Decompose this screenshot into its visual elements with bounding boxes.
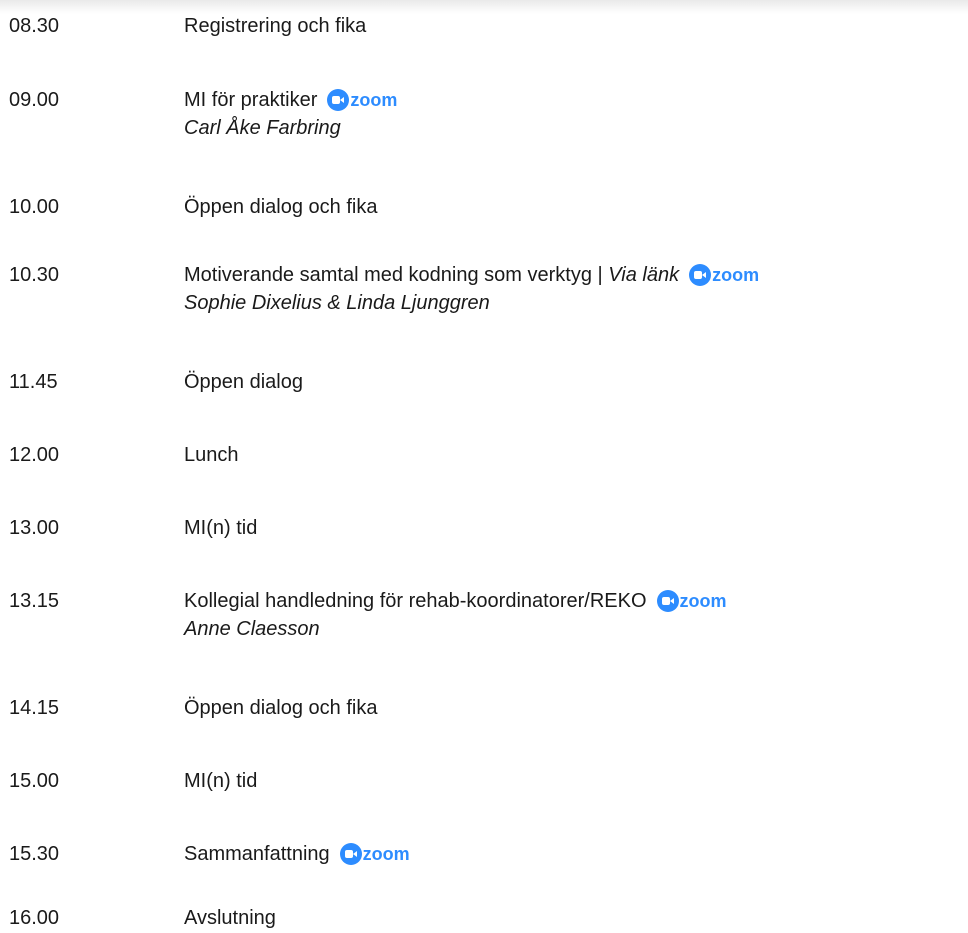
- schedule-title: Motiverande samtal med kodning som verkt…: [184, 263, 759, 287]
- schedule-title: MI(n) tid: [184, 769, 257, 793]
- schedule-time: 08.30: [9, 15, 60, 37]
- schedule-title: Sammanfattning zoom: [184, 842, 410, 866]
- zoom-link[interactable]: zoom: [339, 842, 410, 866]
- schedule-time: 15.00: [9, 770, 60, 792]
- schedule-title-text: Registrering och fika: [184, 15, 367, 37]
- schedule-title: Avslutning: [184, 906, 276, 930]
- schedule-time: 13.15: [9, 590, 60, 612]
- schedule-time: 09.00: [9, 89, 60, 111]
- zoom-logo-text: zoom: [712, 265, 760, 285]
- zoom-camera-icon: [327, 89, 350, 111]
- schedule-speaker: Anne Claesson: [184, 618, 320, 640]
- schedule-list: 08.30 Registrering och fika 09.00 MI för…: [0, 0, 968, 933]
- zoom-link[interactable]: zoom: [689, 263, 759, 287]
- schedule-title-text: MI för praktiker: [184, 89, 318, 111]
- zoom-link[interactable]: zoom: [656, 589, 727, 613]
- schedule-title: MI(n) tid: [184, 516, 257, 540]
- schedule-time: 16.00: [9, 907, 60, 929]
- schedule-time: 13.00: [9, 517, 60, 539]
- schedule-time: 15.30: [9, 843, 60, 865]
- zoom-camera-icon: [689, 264, 712, 286]
- schedule-time: 11.45: [9, 371, 58, 393]
- schedule-time: 14.15: [9, 697, 60, 719]
- schedule-time: 10.30: [9, 264, 60, 286]
- schedule-title-text: Lunch: [184, 444, 239, 466]
- zoom-camera-icon: [339, 843, 362, 865]
- schedule-title-text: Öppen dialog: [184, 371, 303, 393]
- schedule-title: Öppen dialog och fika: [184, 696, 377, 720]
- schedule-title: Registrering och fika: [184, 14, 366, 38]
- schedule-title: Öppen dialog och fika: [184, 195, 377, 219]
- schedule-title-text: Avslutning: [184, 907, 276, 929]
- schedule-time: 10.00: [9, 196, 60, 218]
- schedule-title-text: MI(n) tid: [184, 517, 258, 539]
- schedule-title-text: Kollegial handledning för rehab-koordina…: [184, 590, 647, 612]
- schedule-title-text: Öppen dialog och fika: [184, 697, 378, 719]
- schedule-title: Kollegial handledning för rehab-koordina…: [184, 589, 727, 613]
- zoom-logo-text: zoom: [350, 90, 398, 110]
- zoom-logo-text: zoom: [362, 844, 410, 864]
- schedule-title-text: Öppen dialog och fika: [184, 196, 378, 218]
- schedule-title-text: Motiverande samtal med kodning som verkt…: [184, 264, 609, 286]
- schedule-title: Lunch: [184, 443, 239, 467]
- schedule-title-link-text[interactable]: Via länk: [608, 263, 679, 287]
- schedule-speaker: Carl Åke Farbring: [184, 117, 341, 139]
- schedule-time: 12.00: [9, 444, 60, 466]
- schedule-title-text: MI(n) tid: [184, 770, 258, 792]
- schedule-title: MI för praktiker zoom: [184, 88, 397, 112]
- schedule-title: Öppen dialog: [184, 370, 303, 394]
- zoom-camera-icon: [656, 590, 679, 612]
- zoom-link[interactable]: zoom: [327, 88, 397, 112]
- zoom-logo-text: zoom: [679, 591, 727, 611]
- schedule-title-text: Sammanfattning: [184, 843, 330, 865]
- schedule-speaker: Sophie Dixelius & Linda Ljunggren: [184, 292, 490, 314]
